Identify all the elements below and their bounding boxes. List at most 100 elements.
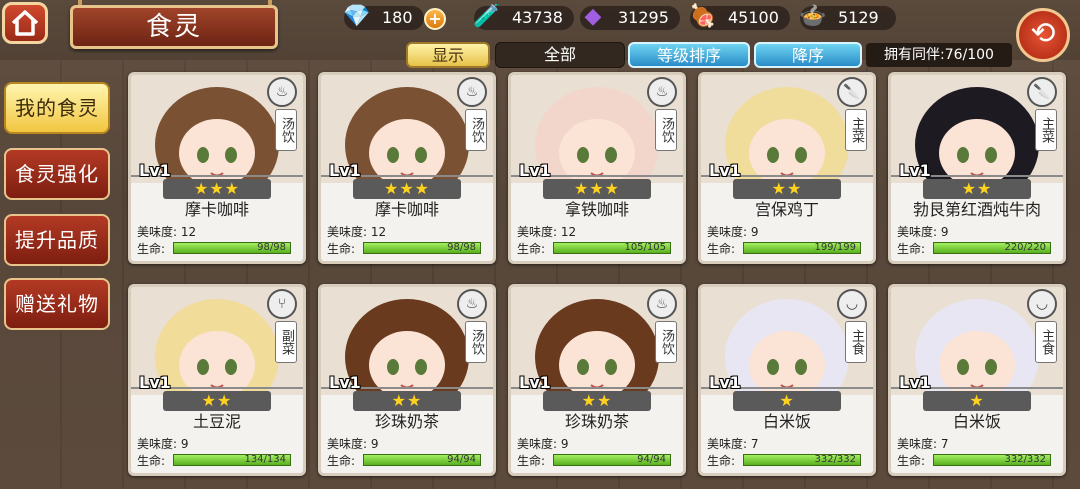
- hp-label: 生命:: [137, 454, 166, 468]
- show-filter-button[interactable]: 显示: [406, 42, 490, 68]
- knife-icon: 🔪: [1027, 77, 1057, 107]
- hp-value: 94/94: [637, 454, 666, 465]
- star-rating: ★★: [543, 391, 651, 411]
- spirit-card[interactable]: ♨ 汤饮 Lv1 ★★ 珍珠奶茶 美味度: 9 生命: 94/94: [318, 284, 496, 476]
- sort-order-button[interactable]: 降序: [754, 42, 862, 68]
- food-type-tag: 主菜: [845, 109, 867, 151]
- hp-value: 199/199: [814, 242, 856, 253]
- level-label: Lv1: [519, 373, 551, 392]
- add-diamond-button[interactable]: +: [424, 8, 446, 30]
- star-rating: ★★★: [163, 179, 271, 199]
- hp-value: 134/134: [244, 454, 286, 465]
- hp-value: 332/332: [814, 454, 856, 465]
- food-type-tag: 主食: [1035, 321, 1057, 363]
- level-label: Lv1: [899, 161, 931, 180]
- level-label: Lv1: [709, 161, 741, 180]
- rice-bowl-icon: ◡: [837, 289, 867, 319]
- meat-icon: 🍖: [689, 4, 717, 29]
- hp-bar: 332/332: [743, 454, 861, 466]
- hp-bar: 220/220: [933, 242, 1051, 254]
- soup-icon: ♨: [267, 77, 297, 107]
- back-button[interactable]: ⟲: [1016, 8, 1070, 62]
- category-all-dropdown[interactable]: 全部: [495, 42, 625, 68]
- hp-bar: 94/94: [363, 454, 481, 466]
- star-rating: ★★★: [353, 179, 461, 199]
- level-label: Lv1: [139, 161, 171, 180]
- sidebar-item-upgrade-quality[interactable]: 提升品质: [4, 214, 110, 266]
- resource-meat: 🍖 45100: [689, 5, 790, 30]
- spirit-name: 勃艮第红酒炖牛肉: [912, 200, 1041, 219]
- spirit-card[interactable]: ♨ 汤饮 Lv1 ★★★ 摩卡咖啡 美味度: 12 生命: 98/98: [128, 72, 306, 264]
- level-label: Lv1: [709, 373, 741, 392]
- hp-bar: 98/98: [173, 242, 291, 254]
- star-rating: ★: [733, 391, 841, 411]
- spirit-card[interactable]: ◡ 主食 Lv1 ★ 白米饭 美味度: 7 生命: 332/332: [888, 284, 1066, 476]
- food-type-tag: 主食: [845, 321, 867, 363]
- sidebar-item-enhance[interactable]: 食灵强化: [4, 148, 110, 200]
- hp-value: 332/332: [1004, 454, 1046, 465]
- level-label: Lv1: [139, 373, 171, 392]
- taste-value: 美味度: 9: [707, 225, 759, 239]
- resource-potion: 🧪 43738: [473, 5, 574, 30]
- hp-value: 98/98: [257, 242, 286, 253]
- spirit-name: 摩卡咖啡: [374, 200, 439, 219]
- spirit-name: 珍珠奶茶: [374, 412, 439, 431]
- soup-icon: ♨: [647, 289, 677, 319]
- purple-crystal-icon: ◆: [584, 4, 602, 29]
- spirit-name: 宫保鸡丁: [754, 200, 819, 219]
- home-button[interactable]: [2, 2, 48, 44]
- spirit-card[interactable]: ♨ 汤饮 Lv1 ★★★ 拿铁咖啡 美味度: 12 生命: 105/105: [508, 72, 686, 264]
- food-type-tag: 主菜: [1035, 109, 1057, 151]
- spirit-card[interactable]: 🔪 主菜 Lv1 ★★ 宫保鸡丁 美味度: 9 生命: 199/199: [698, 72, 876, 264]
- hp-value: 220/220: [1004, 242, 1046, 253]
- spirit-name: 白米饭: [762, 412, 811, 431]
- star-rating: ★★★: [543, 179, 651, 199]
- level-label: Lv1: [329, 161, 361, 180]
- spirit-card[interactable]: ♨ 汤饮 Lv1 ★★ 珍珠奶茶 美味度: 9 生命: 94/94: [508, 284, 686, 476]
- taste-value: 美味度: 7: [707, 437, 759, 451]
- food-type-tag: 汤饮: [655, 109, 677, 151]
- resource-food-value: 5129: [838, 8, 879, 27]
- knife-icon: 🔪: [837, 77, 867, 107]
- spirit-name: 白米饭: [952, 412, 1001, 431]
- hp-label: 生命:: [517, 454, 546, 468]
- home-icon: [11, 10, 39, 36]
- spirit-card[interactable]: ♨ 汤饮 Lv1 ★★★ 摩卡咖啡 美味度: 12 生命: 98/98: [318, 72, 496, 264]
- soup-icon: ♨: [647, 77, 677, 107]
- hp-value: 94/94: [447, 454, 476, 465]
- food-type-tag: 副菜: [275, 321, 297, 363]
- hp-label: 生命:: [707, 242, 736, 256]
- sidebar-item-my-spirits[interactable]: 我的食灵: [4, 82, 110, 134]
- hp-label: 生命:: [327, 242, 356, 256]
- taste-value: 美味度: 7: [897, 437, 949, 451]
- hp-label: 生命:: [707, 454, 736, 468]
- hp-value: 98/98: [447, 242, 476, 253]
- food-bowl-icon: 🍲: [799, 4, 827, 29]
- hp-value: 105/105: [624, 242, 666, 253]
- back-icon: ⟲: [1030, 16, 1056, 51]
- spirit-name: 拿铁咖啡: [564, 200, 629, 219]
- hp-label: 生命:: [137, 242, 166, 256]
- star-rating: ★★: [923, 179, 1031, 199]
- taste-value: 美味度: 9: [517, 437, 569, 451]
- taste-value: 美味度: 9: [897, 225, 949, 239]
- hp-label: 生命:: [897, 454, 926, 468]
- food-type-tag: 汤饮: [655, 321, 677, 363]
- spirit-card[interactable]: ◡ 主食 Lv1 ★ 白米饭 美味度: 7 生命: 332/332: [698, 284, 876, 476]
- resource-food: 🍲 5129: [799, 5, 896, 30]
- spirit-card[interactable]: ⑂ 副菜 Lv1 ★★ 土豆泥 美味度: 9 生命: 134/134: [128, 284, 306, 476]
- resource-diamond-value: 180: [382, 8, 413, 27]
- level-label: Lv1: [899, 373, 931, 392]
- star-rating: ★★: [353, 391, 461, 411]
- hp-bar: 199/199: [743, 242, 861, 254]
- resource-crystal-value: 31295: [618, 8, 669, 27]
- resource-potion-value: 43738: [512, 8, 563, 27]
- level-label: Lv1: [329, 373, 361, 392]
- spirit-card[interactable]: 🔪 主菜 Lv1 ★★ 勃艮第红酒炖牛肉 美味度: 9 生命: 220/220: [888, 72, 1066, 264]
- sidebar-item-gift[interactable]: 赠送礼物: [4, 278, 110, 330]
- food-type-tag: 汤饮: [465, 109, 487, 151]
- star-rating: ★: [923, 391, 1031, 411]
- level-sort-button[interactable]: 等级排序: [628, 42, 750, 68]
- potion-icon: 🧪: [473, 4, 501, 29]
- hp-label: 生命:: [897, 242, 926, 256]
